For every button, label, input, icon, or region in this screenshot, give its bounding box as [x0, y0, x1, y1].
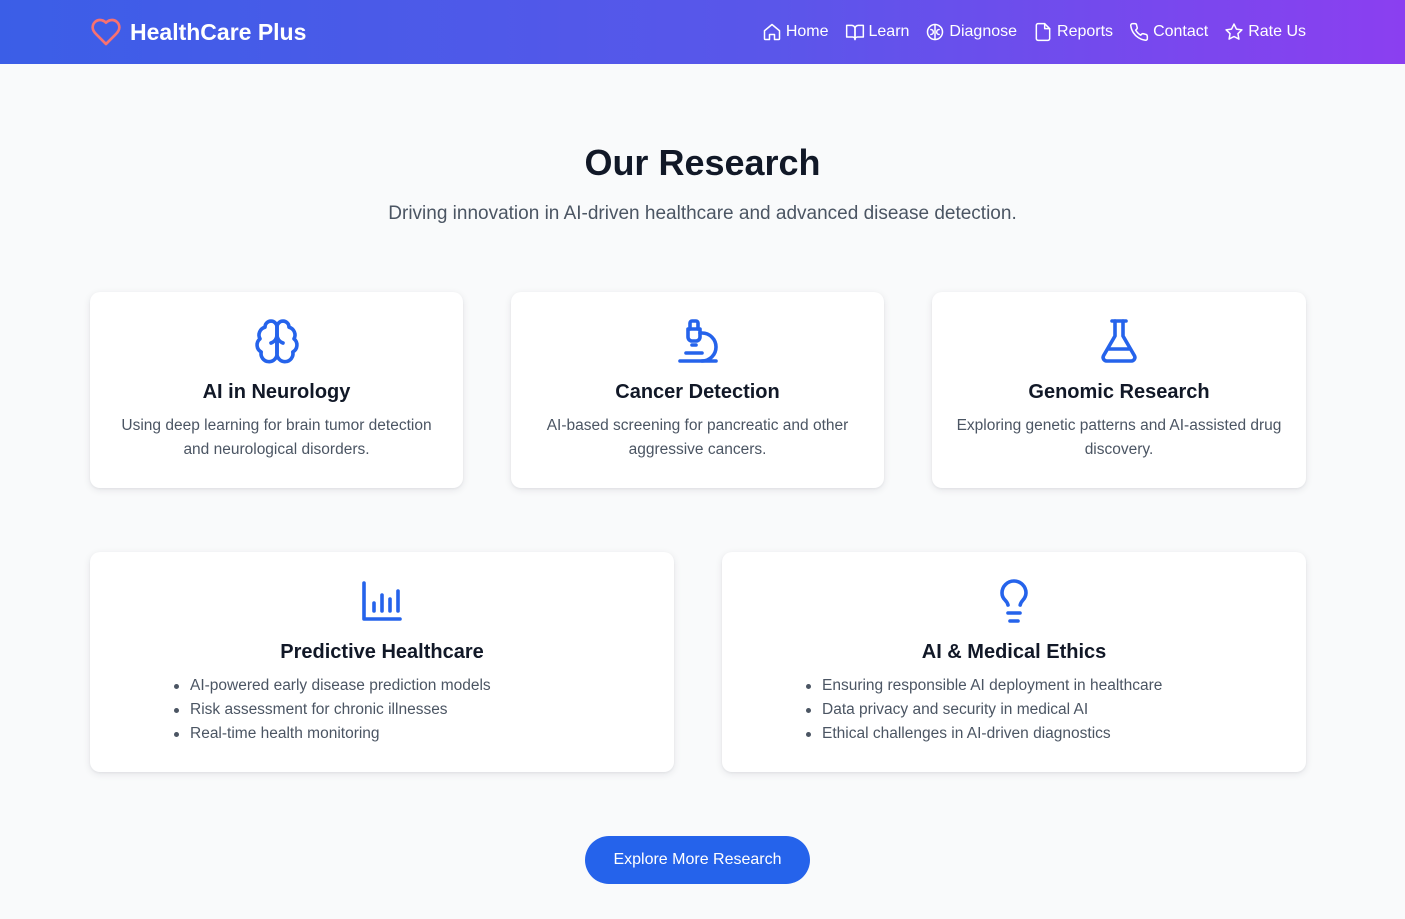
list-item: Risk assessment for chronic illnesses	[172, 698, 674, 722]
star-icon	[1225, 23, 1243, 40]
card-description: AI-based screening for pancreatic and ot…	[546, 417, 849, 458]
lightbulb-icon	[990, 577, 1038, 625]
brain-icon	[253, 317, 301, 365]
phone-icon	[1130, 22, 1149, 41]
nav-rate-us-label: Rate Us	[1248, 23, 1306, 40]
nav-learn-label: Learn	[868, 23, 910, 40]
nav-links: Home Learn Diagnose Reports Contact Rate…	[762, 18, 1306, 46]
heart-icon	[91, 18, 121, 46]
home-icon	[763, 23, 781, 41]
nav-contact-label: Contact	[1153, 23, 1209, 40]
research-card-ethics: AI & Medical Ethics Ensuring responsible…	[722, 552, 1306, 772]
card-title: Genomic Research	[1028, 381, 1210, 403]
brand-logo[interactable]: HealthCare Plus	[90, 14, 306, 50]
list-item: Ensuring responsible AI deployment in he…	[804, 674, 1306, 698]
brand-name: HealthCare Plus	[130, 18, 307, 45]
nav-rate-us[interactable]: Rate Us	[1224, 22, 1306, 42]
card-list: Ensuring responsible AI deployment in he…	[804, 674, 1306, 746]
page-subtitle: Driving innovation in AI-driven healthca…	[388, 203, 1017, 224]
book-icon	[845, 24, 864, 41]
research-card-neurology: AI in Neurology Using deep learning for …	[90, 292, 463, 488]
nav-home[interactable]: Home	[762, 22, 829, 42]
list-item: AI-powered early disease prediction mode…	[172, 674, 674, 698]
microscope-icon	[674, 317, 722, 365]
card-description: Using deep learning for brain tumor dete…	[121, 417, 432, 458]
card-list: AI-powered early disease prediction mode…	[172, 674, 674, 746]
nav-diagnose[interactable]: Diagnose	[925, 22, 1017, 42]
top-navbar: HealthCare Plus Home Learn Diagnose Repo…	[0, 0, 1405, 64]
research-card-predictive: Predictive Healthcare AI-powered early d…	[90, 552, 674, 772]
nav-reports[interactable]: Reports	[1033, 22, 1113, 42]
list-item: Ethical challenges in AI-driven diagnost…	[804, 722, 1306, 746]
nav-home-label: Home	[785, 23, 829, 40]
bar-chart-icon	[358, 577, 406, 625]
research-card-cancer: Cancer Detection AI-based screening for …	[511, 292, 884, 488]
document-icon	[1035, 22, 1051, 42]
card-title: AI in Neurology	[202, 381, 351, 403]
page-title: Our Research	[584, 142, 821, 183]
list-item: Data privacy and security in medical AI	[804, 698, 1306, 722]
nav-contact[interactable]: Contact	[1129, 22, 1208, 42]
list-item: Real-time health monitoring	[172, 722, 674, 746]
research-card-genomic: Genomic Research Exploring genetic patte…	[932, 292, 1306, 488]
card-title: Predictive Healthcare	[280, 641, 484, 663]
card-title: AI & Medical Ethics	[921, 641, 1107, 663]
nav-learn[interactable]: Learn	[845, 22, 910, 42]
brain-icon	[927, 23, 944, 41]
explore-more-button[interactable]: Explore More Research	[585, 836, 810, 884]
nav-diagnose-label: Diagnose	[949, 23, 1018, 40]
nav-reports-label: Reports	[1057, 23, 1114, 40]
card-description: Exploring genetic patterns and AI-assist…	[956, 417, 1282, 458]
flask-icon	[1095, 317, 1143, 365]
card-title: Cancer Detection	[615, 381, 780, 403]
